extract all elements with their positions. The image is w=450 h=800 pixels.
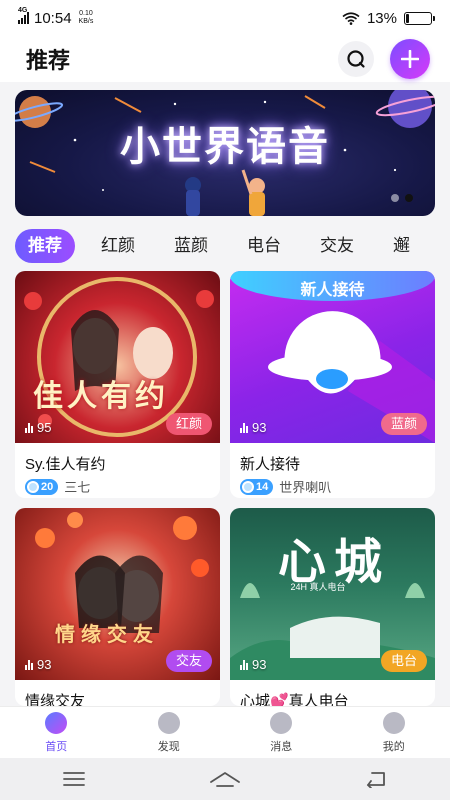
plus-icon: [401, 50, 419, 68]
profile-icon: [382, 711, 405, 734]
back-icon[interactable]: [364, 770, 388, 788]
listener-count: 93: [25, 657, 51, 672]
room-title: 新人接待: [240, 456, 301, 473]
nav-label: 发现: [157, 740, 180, 753]
wifi-icon: [342, 11, 360, 25]
listener-count: 93: [240, 657, 266, 672]
banner-pager: [391, 194, 413, 202]
room-cover: 情缘交友 93 交友: [15, 508, 220, 680]
room-cover: 心城 24H 真人电台 93 电台: [230, 508, 435, 680]
nav-label: 首页: [45, 740, 68, 753]
room-title: 情缘交友: [25, 693, 86, 706]
nav-discover[interactable]: 发现: [113, 707, 226, 758]
battery-icon: [404, 11, 435, 25]
cover-text: 情缘交友: [55, 622, 159, 646]
promo-banner[interactable]: 小世界语音: [15, 90, 435, 216]
listener-count: 93: [240, 420, 266, 435]
discover-icon: [157, 711, 180, 734]
planet-icon: [45, 711, 68, 734]
tab-hongyan[interactable]: 红颜: [88, 229, 148, 263]
nav-messages[interactable]: 消息: [225, 707, 338, 758]
tab-recommend[interactable]: 推荐: [15, 229, 75, 263]
listener-count: 95: [25, 420, 51, 435]
audio-bars-icon: [240, 422, 248, 433]
level-badge: 14: [240, 478, 274, 495]
status-time: 10:54: [34, 9, 72, 27]
nav-label: 我的: [382, 740, 405, 753]
page-title: 推荐: [26, 48, 71, 73]
level-badge: 20: [25, 478, 59, 495]
room-tag: 交友: [165, 650, 212, 672]
bottom-nav: 首页 发现 消息 我的: [0, 706, 450, 758]
battery-percent: 13%: [366, 9, 397, 27]
net-speed: 0.10 KB/s: [78, 10, 94, 25]
tab-lanyan[interactable]: 蓝颜: [161, 229, 221, 263]
room-card[interactable]: 新人接待 93 蓝颜 新人接待 14 世界喇叭: [230, 271, 435, 498]
status-bar: 4G 10:54 0.10 KB/s 13%: [0, 0, 450, 36]
nav-home[interactable]: 首页: [0, 707, 113, 758]
pager-dot: [391, 194, 399, 202]
message-icon: [270, 711, 293, 734]
search-icon: [347, 50, 365, 68]
banner-title: 小世界语音: [120, 124, 330, 170]
room-tag: 红颜: [165, 413, 212, 435]
audio-bars-icon: [25, 422, 33, 433]
menu-icon[interactable]: [62, 771, 86, 787]
tab-friends[interactable]: 交友: [307, 229, 367, 263]
host-name: 三七: [64, 480, 91, 495]
app-header: 推荐: [0, 36, 450, 82]
room-card[interactable]: 佳人有约 95 红颜 Sy.佳人有约 20 三七: [15, 271, 220, 498]
nav-profile[interactable]: 我的: [338, 707, 450, 758]
search-button[interactable]: [338, 41, 374, 77]
audio-bars-icon: [240, 659, 248, 670]
audio-bars-icon: [25, 659, 33, 670]
room-card[interactable]: 心城 24H 真人电台 93 电台 心城💕真人电台: [230, 508, 435, 706]
level-icon: [242, 480, 254, 493]
room-title: Sy.佳人有约: [25, 456, 106, 473]
create-room-button[interactable]: [390, 39, 430, 79]
room-tag: 蓝颜: [380, 413, 427, 435]
room-tag: 电台: [380, 650, 427, 672]
cover-text: 佳人有约: [33, 379, 169, 414]
signal-icon: 4G: [18, 7, 29, 24]
room-title: 心城💕真人电台: [240, 693, 349, 706]
level-icon: [27, 480, 39, 493]
tab-encounter[interactable]: 邂: [380, 229, 423, 263]
pager-dot-active: [405, 194, 413, 202]
tab-radio[interactable]: 电台: [234, 229, 294, 263]
host-name: 世界喇叭: [279, 480, 332, 495]
nav-label: 消息: [270, 740, 293, 753]
home-icon[interactable]: [209, 770, 241, 788]
room-card[interactable]: 情缘交友 93 交友 情缘交友: [15, 508, 220, 706]
category-tabs: 推荐 红颜 蓝颜 电台 交友 邂: [0, 226, 450, 266]
room-cover: 佳人有约 95 红颜: [15, 271, 220, 443]
room-cover: 新人接待 93 蓝颜: [230, 271, 435, 443]
system-nav-bar: [0, 758, 450, 800]
cover-subtext: 24H 真人电台: [290, 582, 346, 592]
